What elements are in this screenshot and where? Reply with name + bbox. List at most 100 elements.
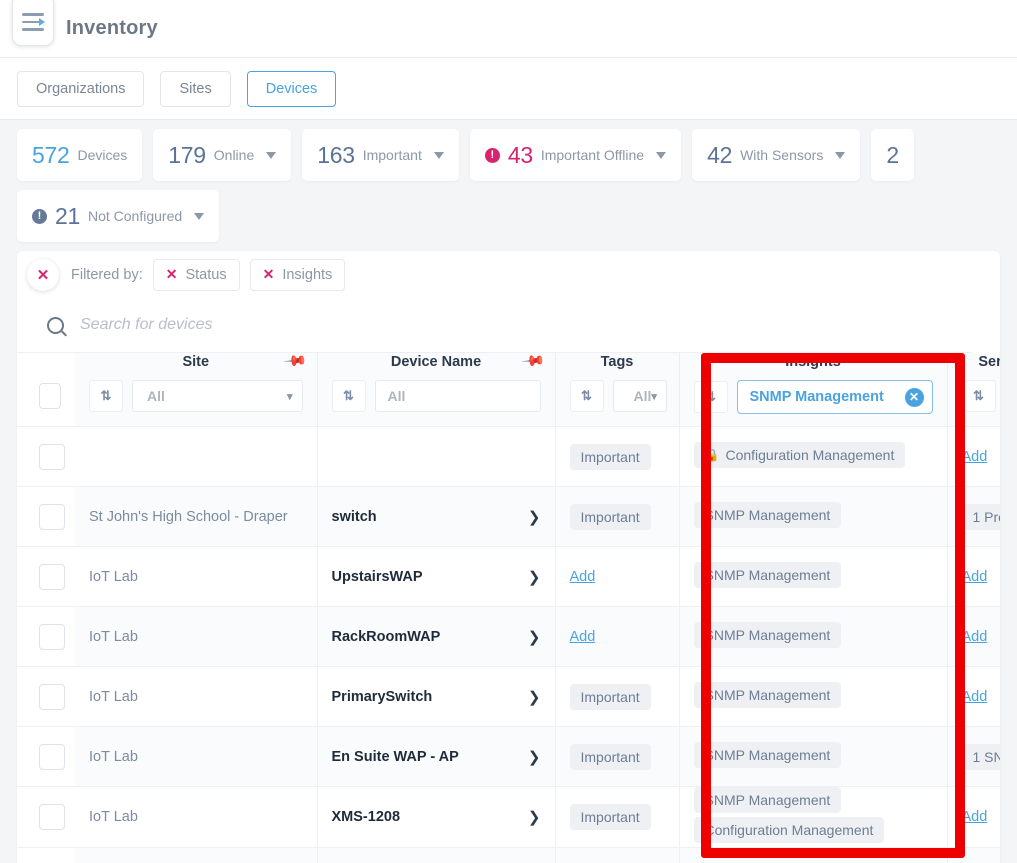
row-checkbox[interactable]: [39, 804, 65, 830]
site-filter-select[interactable]: All ▾: [132, 380, 303, 412]
insight-badge[interactable]: SNMP Management: [694, 742, 842, 768]
insights-badge-stack: SNMP Management: [694, 622, 933, 652]
tab-sites[interactable]: Sites: [160, 71, 230, 107]
close-icon-insights[interactable]: ✕: [263, 266, 275, 283]
search-input[interactable]: [80, 316, 580, 334]
sort-icon-site[interactable]: ⇅: [89, 380, 123, 412]
filter-caret-icon-important[interactable]: [434, 152, 444, 159]
sort-icon-insights[interactable]: ⇅: [694, 381, 728, 413]
filter-caret-icon-not-configured[interactable]: [194, 213, 204, 220]
insights-badge-stack: SNMP Management: [694, 682, 933, 712]
insight-badge[interactable]: SNMP Management: [694, 622, 842, 648]
site-cell: St John's High School - Draper: [75, 848, 317, 863]
sensor-badge[interactable]: 1 SNMP: [962, 744, 1001, 770]
chevron-right-icon[interactable]: ❯: [528, 688, 541, 706]
table-row[interactable]: IoT LabRackRoomWAP❯AddSNMP ManagementAdd: [17, 607, 1000, 667]
row-checkbox-cell: [17, 547, 75, 607]
search-icon: [47, 317, 64, 334]
insights-filter-token[interactable]: SNMP Management ✕: [737, 380, 933, 414]
stat-count-important: 163: [317, 142, 354, 169]
sort-icon-tags[interactable]: ⇅: [570, 380, 604, 412]
table-row[interactable]: St John's High School - DraperUPS-RLINKC…: [17, 848, 1000, 863]
insight-badge[interactable]: Configuration Management: [694, 817, 885, 843]
row-checkbox-cell: [17, 607, 75, 667]
select-all-checkbox[interactable]: [39, 383, 61, 409]
site-cell: IoT Lab: [75, 727, 317, 787]
table-row[interactable]: IoT LabEn Suite WAP - AP❯ImportantSNMP M…: [17, 727, 1000, 787]
stat-count-online: 179: [168, 142, 205, 169]
pin-icon-device-name[interactable]: 📌: [520, 353, 546, 374]
tag-badge[interactable]: Important: [570, 684, 651, 710]
row-checkbox-cell: [17, 727, 75, 787]
insight-badge[interactable]: 🔒Configuration Management: [694, 442, 906, 468]
devices-table-wrap: Site 📌 ⇅ All ▾ Device Name 📌: [17, 353, 1000, 863]
add-sensor-link[interactable]: Add: [962, 809, 988, 825]
insight-badge[interactable]: SNMP Management: [694, 682, 842, 708]
device-name-filter-placeholder: All: [388, 388, 406, 404]
insights-badge-stack: SNMP Management Configuration Management: [694, 787, 933, 847]
sensor-badge[interactable]: 1 Pre-C: [962, 504, 1001, 530]
insight-badge[interactable]: SNMP Management: [694, 562, 842, 588]
tag-badge[interactable]: Important: [570, 504, 651, 530]
row-checkbox[interactable]: [39, 444, 65, 470]
chevron-right-icon[interactable]: ❯: [528, 748, 541, 766]
close-icon-status[interactable]: ✕: [166, 266, 178, 283]
close-icon-insights-filter[interactable]: ✕: [905, 388, 924, 407]
tag-badge[interactable]: Important: [570, 444, 651, 470]
table-body: Important 🔒Configuration Management Add St …: [17, 427, 1000, 863]
sensors-cell: Add: [947, 427, 1000, 487]
filter-chip-status[interactable]: ✕ Status: [153, 259, 240, 291]
stat-count-cut-off: 2: [886, 142, 899, 169]
row-checkbox[interactable]: [39, 504, 65, 530]
insight-badge-label: SNMP Management: [705, 627, 831, 643]
table-row[interactable]: Important 🔒Configuration Management Add: [17, 427, 1000, 487]
pin-icon-site[interactable]: 📌: [282, 353, 308, 374]
tag-badge[interactable]: Important: [570, 744, 651, 770]
tab-organizations[interactable]: Organizations: [17, 71, 144, 107]
stats-area: 572 Devices 179 Online 163 Important ! 4…: [0, 120, 1017, 242]
table-row[interactable]: St John's High School - Draperswitch❯Imp…: [17, 487, 1000, 547]
stat-card-devices[interactable]: 572 Devices: [17, 129, 142, 181]
row-checkbox[interactable]: [39, 744, 65, 770]
table-row[interactable]: IoT LabUpstairsWAP❯AddSNMP ManagementAdd: [17, 547, 1000, 607]
add-sensor-link[interactable]: Add: [962, 689, 988, 705]
filter-chip-insights[interactable]: ✕ Insights: [250, 259, 346, 291]
insight-badge[interactable]: SNMP Management: [694, 502, 842, 528]
chevron-right-icon[interactable]: ❯: [528, 568, 541, 586]
add-sensor-link[interactable]: Add: [962, 569, 988, 585]
stat-card-not-configured[interactable]: ! 21 Not Configured: [17, 190, 219, 242]
clear-all-filters-icon[interactable]: ✕: [27, 259, 59, 291]
insight-badge-label: SNMP Management: [705, 507, 831, 523]
site-cell: IoT Lab: [75, 667, 317, 727]
device-name-filter-input[interactable]: All: [375, 380, 541, 412]
hamburger-arrow-icon[interactable]: [12, 0, 54, 46]
add-tag-link[interactable]: Add: [570, 629, 596, 645]
sort-icon-sensors[interactable]: ⇅: [962, 380, 996, 412]
stat-count-not-configured: 21: [55, 203, 80, 230]
table-row[interactable]: IoT LabPrimarySwitch❯ImportantSNMP Manag…: [17, 667, 1000, 727]
filter-caret-icon-with-sensors[interactable]: [835, 152, 845, 159]
add-sensor-link[interactable]: Add: [962, 629, 988, 645]
add-sensor-link[interactable]: Add: [962, 449, 988, 465]
tab-devices[interactable]: Devices: [247, 71, 337, 107]
chevron-right-icon[interactable]: ❯: [528, 508, 541, 526]
chevron-right-icon[interactable]: ❯: [528, 808, 541, 826]
row-checkbox[interactable]: [39, 684, 65, 710]
stat-card-with-sensors[interactable]: 42 With Sensors: [692, 129, 860, 181]
filter-caret-icon-important-offline[interactable]: [656, 152, 666, 159]
stat-card-important-offline[interactable]: ! 43 Important Offline: [470, 129, 681, 181]
tag-badge[interactable]: Important: [570, 804, 651, 830]
device-name: RackRoomWAP: [332, 629, 441, 645]
insight-badge[interactable]: SNMP Management: [694, 787, 842, 813]
table-row[interactable]: IoT LabXMS-1208❯ImportantSNMP Management…: [17, 787, 1000, 848]
stat-card-online[interactable]: 179 Online: [153, 129, 291, 181]
row-checkbox[interactable]: [39, 624, 65, 650]
stat-card-cut-off[interactable]: 2: [871, 129, 914, 181]
stat-card-important[interactable]: 163 Important: [302, 129, 459, 181]
sort-icon-device-name[interactable]: ⇅: [332, 380, 366, 412]
tags-filter-select[interactable]: All ▾: [613, 380, 667, 412]
filter-caret-icon-online[interactable]: [266, 152, 276, 159]
chevron-right-icon[interactable]: ❯: [528, 628, 541, 646]
add-tag-link[interactable]: Add: [570, 569, 596, 585]
row-checkbox[interactable]: [39, 564, 65, 590]
